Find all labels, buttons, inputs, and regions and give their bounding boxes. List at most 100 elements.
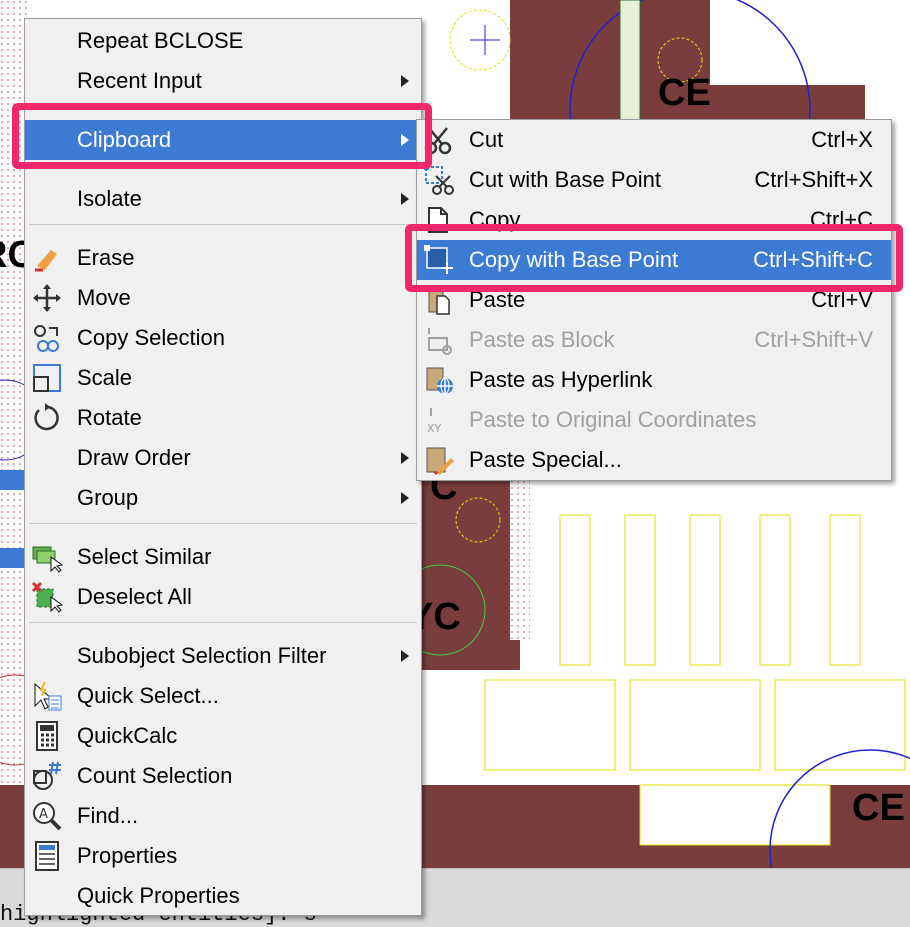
submenu-item-label: Copy with Base Point [469, 247, 679, 272]
drawing-label-ce-top: CE [658, 72, 711, 114]
scale-icon [33, 364, 61, 392]
drawing-label-ce-bottom: CE [852, 787, 905, 829]
menu-item-scale[interactable]: Scale [25, 358, 421, 398]
menu-item-label: Deselect All [77, 584, 192, 609]
menu-item-label: Count Selection [77, 763, 233, 788]
menu-item-label: QuickCalc [77, 723, 178, 748]
menu-item-draw-order[interactable]: Draw Order [25, 438, 421, 478]
submenu-item-label: Paste to Original Coordinates [469, 407, 757, 432]
menu-item-label: Select Similar [77, 544, 212, 569]
menu-item-repeat-bclose[interactable]: Repeat BCLOSE [25, 21, 421, 61]
menu-item-find[interactable]: A Find... [25, 796, 421, 836]
submenu-arrow-icon [401, 75, 409, 87]
paste-block-icon [428, 328, 452, 355]
properties-icon [35, 841, 59, 871]
menu-item-label: Quick Select... [77, 683, 219, 708]
paste-special-icon [426, 447, 454, 476]
menu-separator [29, 523, 417, 524]
submenu-item-cut[interactable]: Cut Ctrl+X [417, 120, 891, 160]
copy-selection-icon [34, 325, 59, 352]
menu-item-clipboard[interactable]: Clipboard [25, 120, 421, 160]
paste-hyperlink-icon [426, 367, 453, 395]
svg-text:XY: XY [427, 422, 442, 435]
submenu-arrow-icon [401, 134, 409, 146]
menu-item-quick-select[interactable]: Quick Select... [25, 676, 421, 716]
menu-item-deselect-all[interactable]: Deselect All [25, 577, 421, 617]
menu-item-erase[interactable]: Erase [25, 238, 421, 278]
find-icon: A [33, 802, 62, 831]
submenu-item-paste-as-hyperlink[interactable]: Paste as Hyperlink [417, 360, 891, 400]
submenu-item-label: Paste Special... [469, 447, 622, 472]
shortcut-label: Ctrl+Shift+V [754, 327, 873, 352]
scissors-icon [424, 127, 452, 155]
submenu-item-label: Cut with Base Point [469, 167, 661, 192]
context-menu: Repeat BCLOSE Recent Input Clipboard Iso… [24, 18, 422, 916]
submenu-item-label: Cut [469, 127, 504, 152]
submenu-item-label: Paste [469, 287, 526, 312]
move-icon [33, 284, 61, 312]
shortcut-label: Ctrl+Shift+X [754, 167, 873, 192]
submenu-item-label: Paste as Block [469, 327, 615, 352]
menu-item-label: Repeat BCLOSE [77, 28, 244, 53]
menu-item-count-selection[interactable]: Count Selection [25, 756, 421, 796]
menu-item-quickcalc[interactable]: QuickCalc [25, 716, 421, 756]
submenu-arrow-icon [401, 492, 409, 504]
submenu-item-copy-with-base-point[interactable]: Copy with Base Point Ctrl+Shift+C [417, 240, 891, 280]
menu-separator [29, 622, 417, 623]
shortcut-label: Ctrl+V [811, 287, 873, 312]
menu-item-label: Properties [77, 843, 178, 868]
submenu-item-paste[interactable]: Paste Ctrl+V [417, 280, 891, 320]
calculator-icon [36, 721, 58, 751]
submenu-item-copy[interactable]: Copy Ctrl+C [417, 200, 891, 240]
select-similar-icon [32, 546, 63, 573]
deselect-all-icon [31, 581, 63, 613]
submenu-item-paste-as-block[interactable]: Paste as Block Ctrl+Shift+V [417, 320, 891, 360]
menu-item-isolate[interactable]: Isolate [25, 179, 421, 219]
submenu-item-label: Copy [469, 207, 521, 232]
menu-item-properties[interactable]: Properties [25, 836, 421, 876]
eraser-icon [35, 250, 57, 272]
menu-item-label: Group [77, 485, 139, 510]
menu-item-select-similar[interactable]: Select Similar [25, 537, 421, 577]
menu-item-label: Isolate [77, 186, 142, 211]
paste-icon [428, 289, 450, 315]
menu-item-label: Scale [77, 365, 133, 390]
submenu-item-paste-to-original-coordinates[interactable]: XY Paste to Original Coordinates [417, 400, 891, 440]
shortcut-label: Ctrl+Shift+C [753, 247, 873, 272]
menu-item-label: Erase [77, 245, 135, 270]
count-selection-icon [33, 761, 61, 790]
submenu-item-paste-special[interactable]: Paste Special... [417, 440, 891, 480]
menu-item-recent-input[interactable]: Recent Input [25, 61, 421, 101]
paste-original-coordinates-icon: XY [427, 408, 442, 435]
menu-item-group[interactable]: Group [25, 478, 421, 518]
menu-item-move[interactable]: Move [25, 278, 421, 318]
submenu-item-label: Paste as Hyperlink [469, 367, 653, 392]
menu-separator [29, 105, 417, 106]
menu-item-copy-selection[interactable]: Copy Selection [25, 318, 421, 358]
menu-item-label: Quick Properties [77, 883, 240, 908]
copy-base-point-icon [424, 245, 453, 274]
menu-separator [29, 224, 417, 225]
clipboard-submenu: Cut Ctrl+X Cut with Base Point Ctrl+Shif… [416, 119, 892, 481]
menu-item-label: Subobject Selection Filter [77, 643, 327, 668]
menu-item-subobject-selection-filter[interactable]: Subobject Selection Filter [25, 636, 421, 676]
submenu-arrow-icon [401, 650, 409, 662]
menu-item-label: Copy Selection [77, 325, 225, 350]
submenu-arrow-icon [401, 452, 409, 464]
quick-select-icon [34, 681, 62, 711]
menu-item-label: Clipboard [77, 127, 172, 152]
submenu-arrow-icon [401, 193, 409, 205]
svg-text:A: A [39, 807, 48, 822]
menu-separator [29, 165, 417, 166]
menu-item-label: Find... [77, 803, 139, 828]
menu-item-quick-properties[interactable]: Quick Properties [25, 876, 421, 916]
menu-item-label: Move [77, 285, 131, 310]
rotate-icon [34, 403, 59, 431]
shortcut-label: Ctrl+C [810, 207, 873, 232]
cut-base-point-icon [424, 165, 454, 195]
menu-item-rotate[interactable]: Rotate [25, 398, 421, 438]
shortcut-label: Ctrl+X [811, 127, 873, 152]
submenu-item-cut-with-base-point[interactable]: Cut with Base Point Ctrl+Shift+X [417, 160, 891, 200]
menu-item-label: Draw Order [77, 445, 191, 470]
menu-item-label: Rotate [77, 405, 142, 430]
